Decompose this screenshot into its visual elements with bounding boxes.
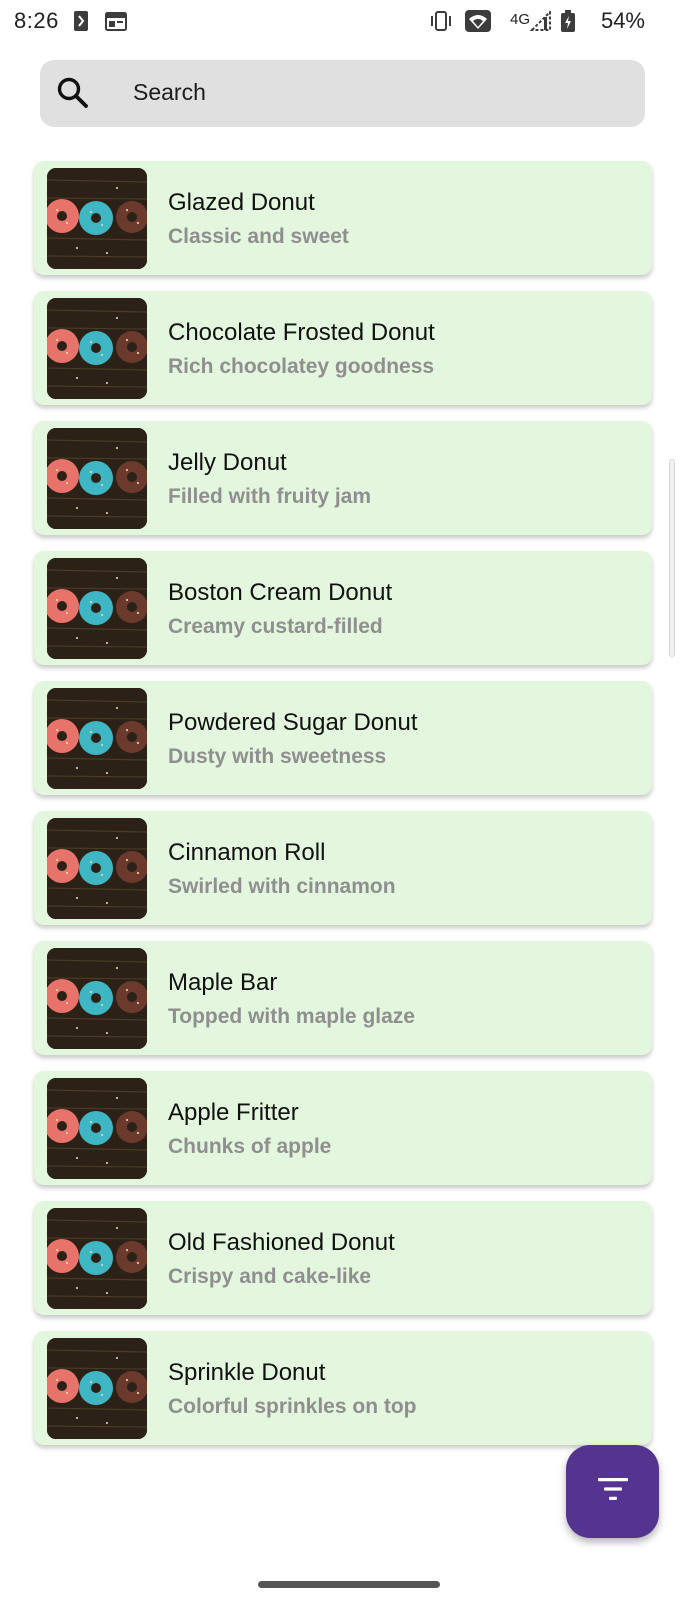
donut-image	[47, 1208, 147, 1309]
list-item[interactable]: Cinnamon Roll Swirled with cinnamon	[34, 811, 652, 925]
status-bar: 8:26 4G 54%	[0, 0, 685, 44]
list-item[interactable]: Glazed Donut Classic and sweet	[34, 161, 652, 275]
donut-image	[47, 1078, 147, 1179]
battery-icon	[561, 10, 575, 32]
item-subtitle: Topped with maple glaze	[168, 1005, 415, 1028]
list-item[interactable]: Old Fashioned Donut Crispy and cake-like	[34, 1201, 652, 1315]
item-title: Chocolate Frosted Donut	[168, 319, 435, 346]
item-subtitle: Classic and sweet	[168, 225, 349, 248]
item-subtitle: Swirled with cinnamon	[168, 875, 396, 898]
filter-icon	[596, 1476, 630, 1507]
item-title: Sprinkle Donut	[168, 1359, 326, 1386]
filter-button[interactable]	[566, 1445, 659, 1538]
item-title: Cinnamon Roll	[168, 839, 326, 866]
home-indicator[interactable]	[258, 1581, 440, 1588]
item-title: Jelly Donut	[168, 449, 287, 476]
status-time: 8:26	[14, 8, 59, 33]
search-input[interactable]	[133, 79, 613, 106]
list-item[interactable]: Apple Fritter Chunks of apple	[34, 1071, 652, 1185]
donut-image	[47, 558, 147, 659]
list-item[interactable]: Chocolate Frosted Donut Rich chocolatey …	[34, 291, 652, 405]
item-title: Powdered Sugar Donut	[168, 709, 418, 736]
vibrate-icon	[429, 10, 453, 32]
donut-image	[47, 168, 147, 269]
search-icon	[56, 76, 90, 110]
list-item[interactable]: Maple Bar Topped with maple glaze	[34, 941, 652, 1055]
donut-image	[47, 428, 147, 529]
wifi-icon	[465, 10, 491, 32]
list-item[interactable]: Jelly Donut Filled with fruity jam	[34, 421, 652, 535]
item-subtitle: Filled with fruity jam	[168, 485, 372, 508]
donut-image	[47, 818, 147, 919]
battery-percent: 54%	[600, 8, 645, 33]
calendar-icon	[105, 10, 127, 32]
list-item[interactable]: Boston Cream Donut Creamy custard-filled	[34, 551, 652, 665]
search-bar[interactable]	[40, 60, 645, 127]
list-item[interactable]: Powdered Sugar Donut Dusty with sweetnes…	[34, 681, 652, 795]
item-subtitle: Crispy and cake-like	[168, 1265, 372, 1288]
scrollbar[interactable]	[669, 459, 675, 657]
item-title: Old Fashioned Donut	[168, 1229, 395, 1256]
donut-image	[47, 298, 147, 399]
item-title: Apple Fritter	[168, 1099, 299, 1126]
item-subtitle: Dusty with sweetness	[168, 745, 387, 768]
item-title: Glazed Donut	[168, 189, 315, 216]
list-item[interactable]: Sprinkle Donut Colorful sprinkles on top	[34, 1331, 652, 1445]
donut-image	[47, 1338, 147, 1439]
item-subtitle: Colorful sprinkles on top	[168, 1395, 417, 1418]
notification-icon	[74, 10, 88, 32]
item-title: Maple Bar	[168, 969, 278, 996]
donut-list: Glazed Donut Classic and sweet Chocolate…	[34, 161, 652, 1461]
donut-image	[47, 688, 147, 789]
item-subtitle: Rich chocolatey goodness	[168, 355, 435, 378]
network-type: 4G	[510, 11, 531, 28]
item-subtitle: Chunks of apple	[168, 1135, 332, 1158]
item-subtitle: Creamy custard-filled	[168, 615, 383, 638]
signal-icon	[530, 10, 552, 32]
donut-image	[47, 948, 147, 1049]
item-title: Boston Cream Donut	[168, 579, 393, 606]
